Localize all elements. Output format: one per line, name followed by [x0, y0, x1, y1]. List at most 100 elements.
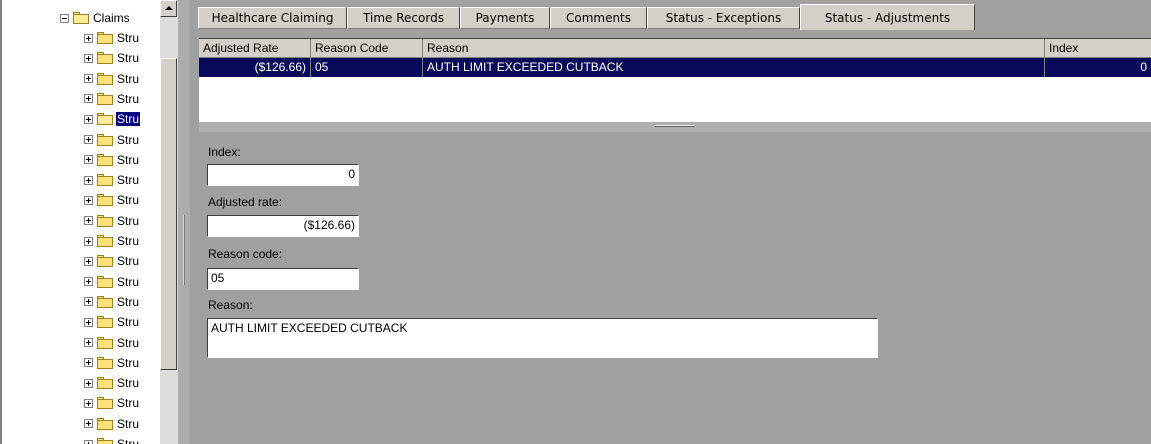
expand-icon[interactable] [84, 338, 93, 347]
tree-node-structure[interactable]: Stru [84, 414, 140, 434]
index-label: Index: [208, 145, 241, 159]
horizontal-splitter[interactable] [199, 122, 1151, 132]
tree-node-label: Stru [117, 31, 140, 45]
tab-payments[interactable]: Payments [460, 7, 550, 29]
expand-icon[interactable] [84, 317, 93, 327]
folder-icon [97, 377, 113, 390]
tree-scrollbar[interactable] [160, 0, 178, 444]
collapse-icon[interactable] [60, 13, 69, 23]
tree-node-label: Stru [117, 152, 140, 167]
expand-icon[interactable] [84, 236, 93, 246]
index-field[interactable]: 0 [207, 164, 359, 186]
tree-node-label: Stru [117, 71, 140, 86]
tab-status-exceptions[interactable]: Status - Exceptions [647, 7, 800, 29]
expand-icon[interactable] [84, 439, 93, 444]
tree-node-label: Stru [117, 335, 140, 350]
tab-bar: Healthcare Claiming Time Records Payment… [190, 0, 1151, 30]
expand-icon[interactable] [84, 175, 93, 185]
tab-comments[interactable]: Comments [550, 7, 647, 29]
expand-icon[interactable] [84, 378, 93, 388]
expand-icon[interactable] [84, 277, 93, 287]
tree-node-label: Stru [117, 355, 140, 370]
expand-icon[interactable] [84, 297, 93, 307]
column-header-reason-code[interactable]: Reason Code [311, 39, 423, 58]
tree-node-structure[interactable]: Stru [84, 333, 140, 353]
folder-icon [97, 235, 113, 247]
folder-icon [97, 356, 113, 369]
expand-icon[interactable] [84, 33, 93, 43]
cell-index: 0 [1140, 60, 1147, 74]
expand-icon[interactable] [84, 53, 93, 63]
scroll-up-button[interactable] [160, 0, 177, 17]
claims-tree-panel[interactable]: Claims Stru Stru Stru Stru Stru Stru Stru Stru S… [0, 0, 178, 444]
tree-node-structure[interactable]: Stru [84, 89, 140, 109]
splitter-grip[interactable] [655, 125, 695, 127]
tree-node-structure[interactable]: Stru [84, 109, 141, 129]
splitter-grip[interactable] [183, 215, 185, 285]
tree-node-structure[interactable]: Stru [84, 353, 140, 373]
arrow-up-icon [165, 6, 173, 10]
expand-icon[interactable] [84, 256, 93, 266]
column-header-reason[interactable]: Reason [423, 39, 1045, 58]
folder-open-icon [97, 113, 113, 126]
tree-node-structure[interactable]: Stru [84, 211, 140, 231]
tree-node-structure[interactable]: Stru [84, 28, 140, 48]
tree-node-label: Stru [117, 51, 140, 66]
reason-code-label: Reason code: [208, 247, 283, 261]
cell-reason-code: 05 [311, 58, 423, 77]
expand-icon[interactable] [84, 216, 93, 226]
tree-node-structure[interactable]: Stru [84, 231, 140, 251]
column-header-index[interactable]: Index [1045, 39, 1151, 58]
folder-icon [97, 92, 113, 105]
adjusted-rate-field[interactable]: ($126.66) [207, 215, 359, 237]
tree-node-structure[interactable]: Stru [84, 150, 140, 170]
expand-icon[interactable] [84, 358, 93, 368]
expand-icon[interactable] [84, 94, 93, 104]
folder-icon [97, 275, 113, 288]
adjustments-grid[interactable]: Adjusted Rate Reason Code Reason Index (… [199, 38, 1151, 122]
folder-icon [97, 52, 113, 65]
tree-node-label: Stru [117, 91, 140, 106]
tab-healthcare-claiming[interactable]: Healthcare Claiming [198, 7, 347, 29]
expand-icon[interactable] [84, 419, 93, 429]
reason-field[interactable]: AUTH LIMIT EXCEEDED CUTBACK [207, 318, 878, 358]
tree-node-structure[interactable]: Stru [84, 312, 140, 332]
column-header-adjusted-rate[interactable]: Adjusted Rate [199, 39, 311, 58]
tree-node-structure[interactable]: Stru [84, 48, 140, 68]
folder-open-icon [73, 12, 89, 24]
expand-icon[interactable] [84, 155, 93, 165]
folder-icon [97, 255, 113, 268]
tree-node-structure[interactable]: Stru [84, 272, 140, 292]
folder-icon [97, 214, 113, 227]
tree-node-structure[interactable]: Stru [84, 251, 140, 271]
tree-node-structure[interactable]: Stru [84, 130, 140, 150]
tree-node-claims[interactable]: Claims [60, 8, 131, 28]
reason-code-field[interactable]: 05 [207, 268, 359, 290]
tree-node-structure[interactable]: Stru [84, 170, 140, 190]
cell-reason: AUTH LIMIT EXCEEDED CUTBACK [423, 58, 1045, 77]
tree-node-structure[interactable]: Stru [84, 373, 140, 393]
tree-node-label: Stru [117, 376, 140, 391]
table-row[interactable]: ($126.66) 05 AUTH LIMIT EXCEEDED CUTBACK… [199, 58, 1151, 77]
expand-icon[interactable] [84, 114, 93, 124]
cell-adjusted-rate: ($126.66) [199, 58, 311, 77]
expand-icon[interactable] [84, 135, 93, 144]
tab-status-adjustments[interactable]: Status - Adjustments [800, 4, 975, 30]
tree-node-structure[interactable]: Stru [84, 69, 140, 89]
tree-node-label: Stru [117, 315, 140, 330]
tree-node-label: Stru [117, 274, 140, 289]
folder-icon [97, 397, 113, 410]
tree-node-structure[interactable]: Stru [84, 434, 140, 444]
folder-icon [97, 295, 113, 308]
tree-node-structure[interactable]: Stru [84, 393, 140, 413]
tree-node-label: Stru [117, 193, 140, 208]
folder-icon [97, 336, 113, 349]
tab-time-records[interactable]: Time Records [347, 7, 460, 29]
expand-icon[interactable] [84, 74, 93, 84]
scroll-thumb[interactable] [160, 58, 177, 370]
expand-icon[interactable] [84, 398, 93, 408]
folder-icon [97, 438, 113, 444]
expand-icon[interactable] [84, 195, 93, 205]
tree-node-structure[interactable]: Stru [84, 190, 140, 210]
tree-node-structure[interactable]: Stru [84, 292, 140, 312]
